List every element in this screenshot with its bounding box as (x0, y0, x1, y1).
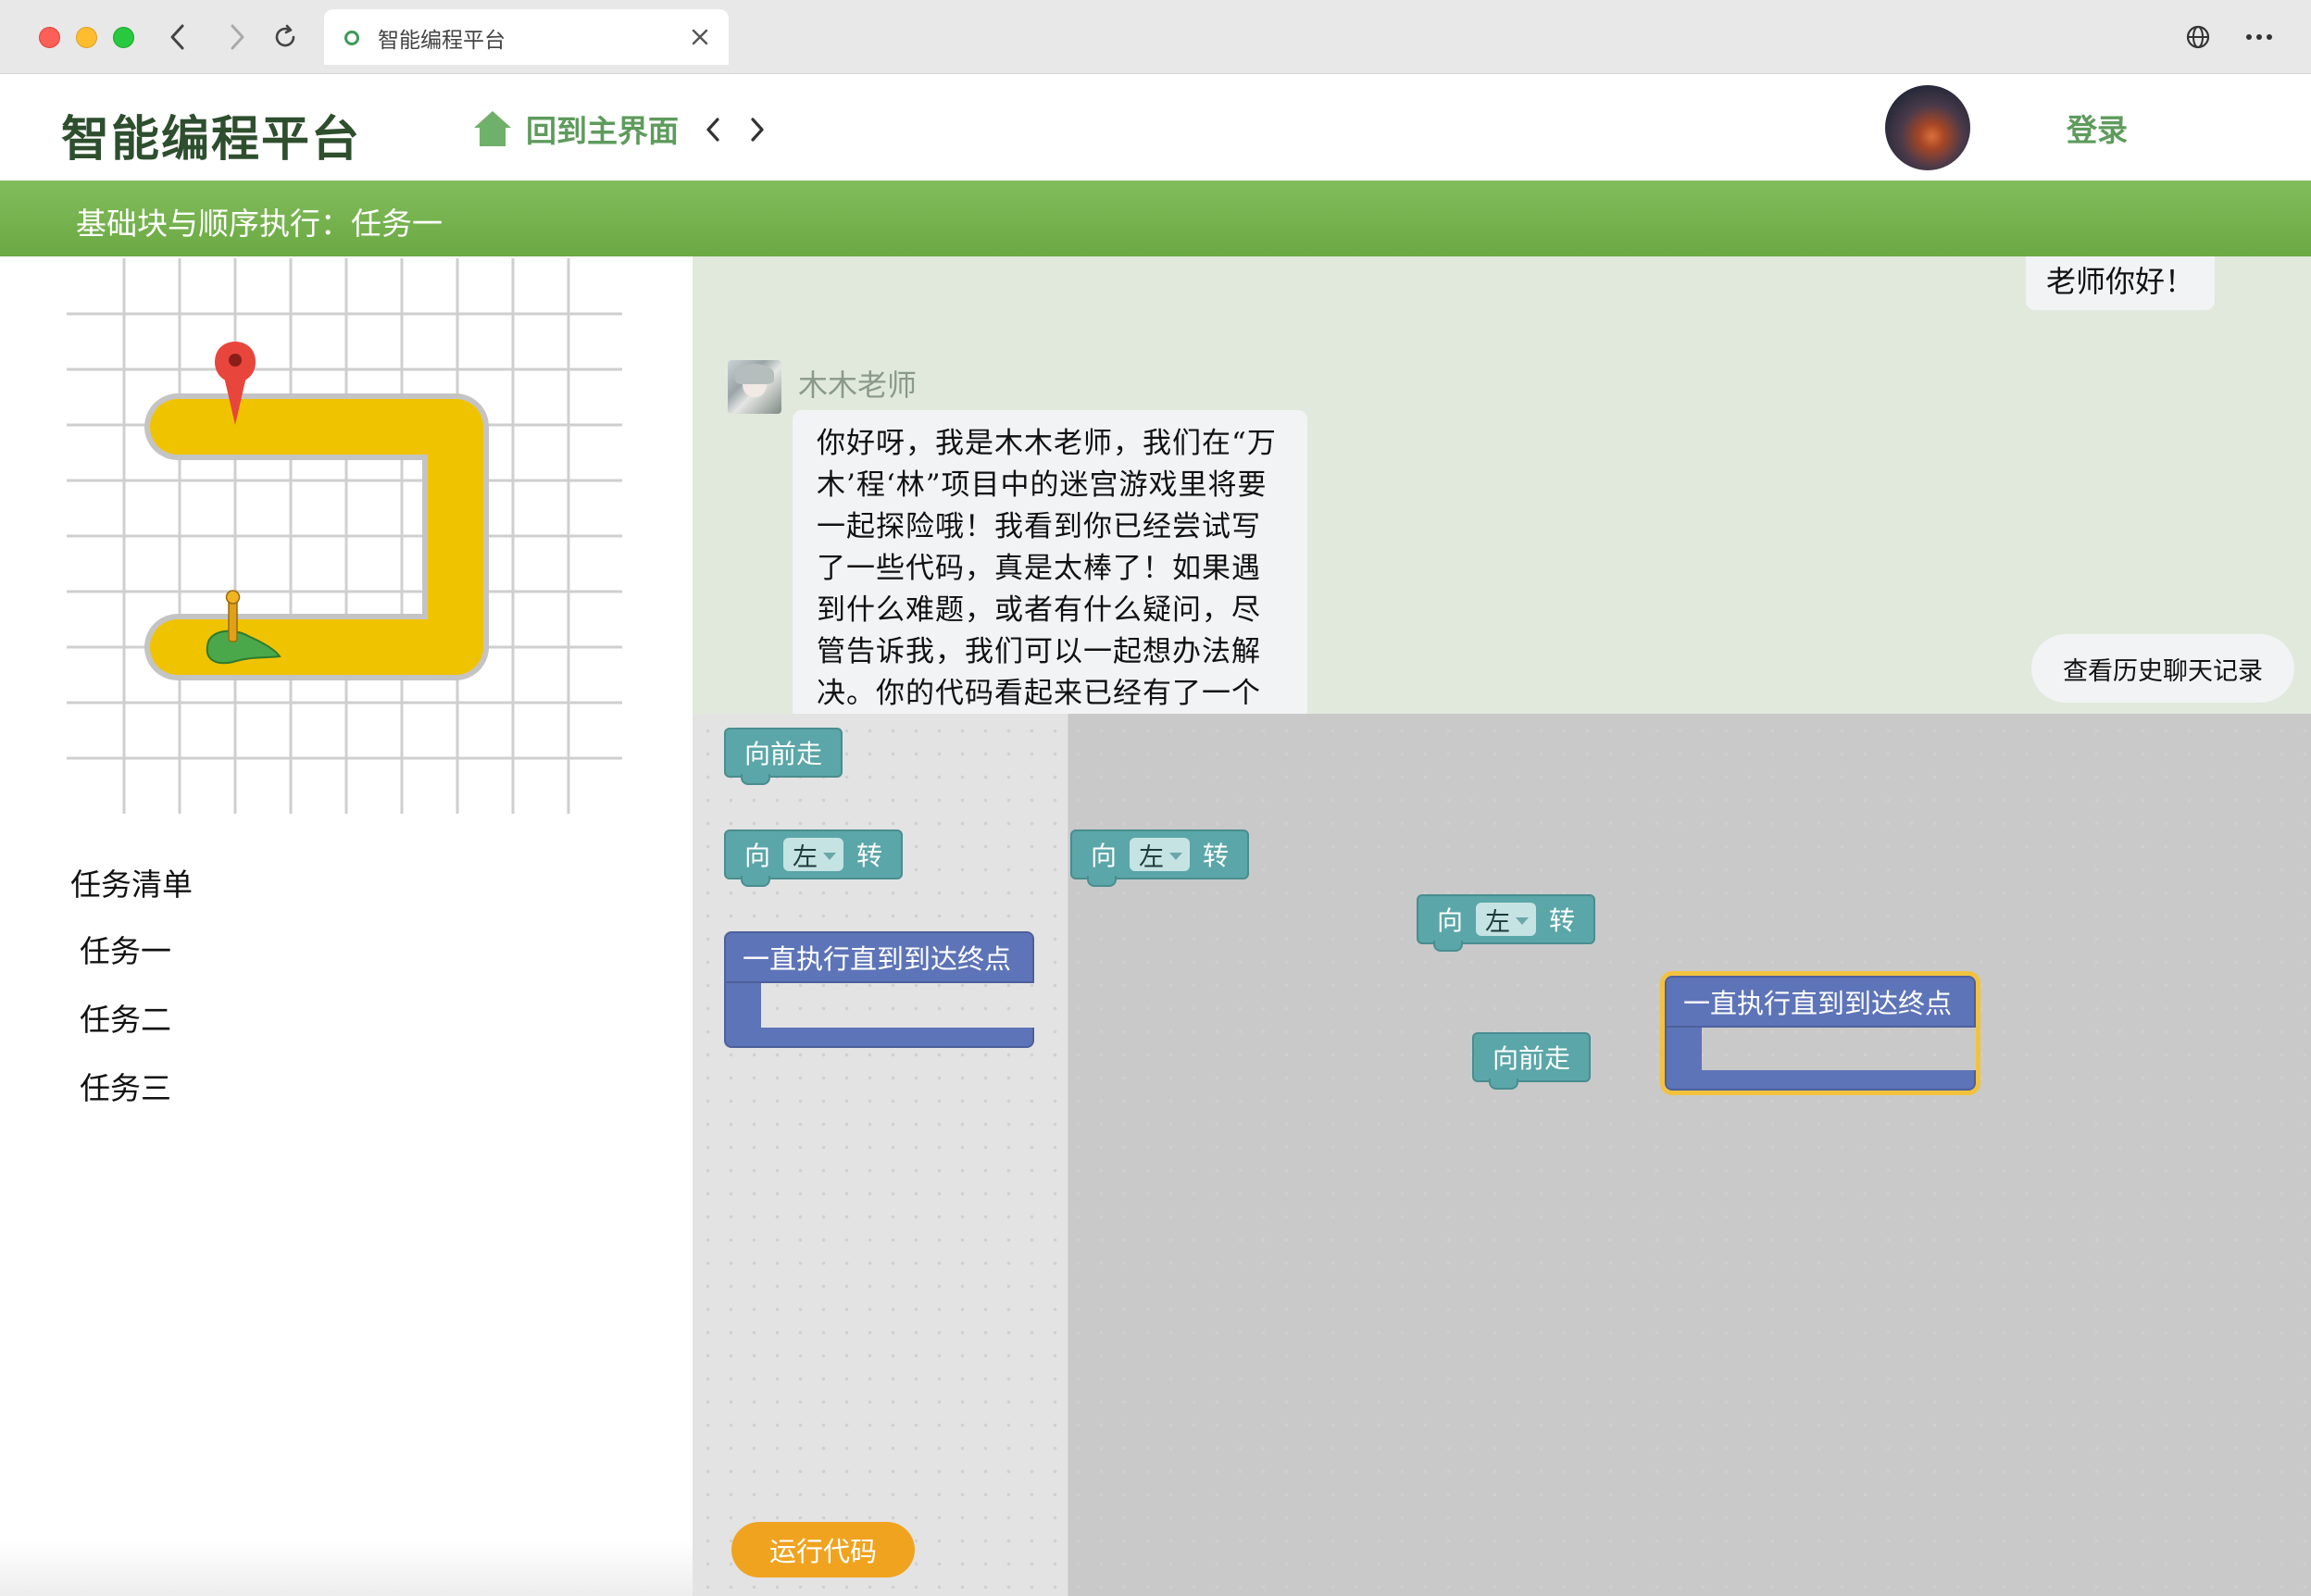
home-icon (474, 111, 511, 146)
teacher-avatar (728, 360, 781, 414)
turn-direction-dropdown[interactable]: 左 (1130, 838, 1191, 872)
close-window-button[interactable] (39, 27, 60, 48)
home-link[interactable]: 回到主界面 (472, 104, 679, 154)
block-label: 向 (744, 841, 771, 871)
chevron-right-icon (751, 118, 764, 142)
browser-chrome: 智能编程平台 (0, 0, 2311, 74)
workspace-turn-block-2[interactable]: 向 左 转 (1417, 894, 1596, 952)
turn-direction-dropdown[interactable]: 左 (1476, 903, 1537, 937)
teacher-message: 你好呀，我是木木老师，我们在“万木’程‘林”项目中的迷宫游戏里将要一起探险哦！我… (793, 410, 1307, 714)
login-button[interactable]: 登录 (2067, 106, 2128, 150)
maze-board (67, 258, 622, 814)
turn-direction-dropdown[interactable]: 左 (783, 838, 844, 872)
maximize-window-button[interactable] (113, 27, 134, 48)
block-label: 一直执行直到到达终点 (743, 943, 1012, 975)
left-panel: 任务清单 任务一 任务二 任务三 (0, 256, 693, 1596)
toolbox-repeat-until-block[interactable]: 一直执行直到到达终点 (724, 931, 1034, 1048)
more-menu-button[interactable] (2242, 20, 2276, 54)
tab-close-button[interactable] (686, 23, 714, 51)
user-message: 老师你好！ (2025, 256, 2215, 310)
reload-button[interactable] (267, 19, 304, 56)
block-label: 一直执行直到到达终点 (1683, 988, 1953, 1019)
language-button[interactable] (2181, 20, 2215, 54)
browser-tab[interactable]: 智能编程平台 (324, 9, 729, 65)
loop-arm (724, 983, 761, 1029)
block-label: 转 (856, 841, 883, 871)
block-label: 向前走 (1493, 1043, 1571, 1074)
task-list-title: 任务清单 (70, 867, 193, 903)
chevron-left-icon (170, 24, 184, 50)
chevron-right-icon (231, 24, 244, 50)
workspace-move-forward-block[interactable]: 向前走 (1472, 1032, 1592, 1090)
workspace-turn-block-1[interactable]: 向 左 转 (1070, 829, 1250, 887)
favicon-icon (344, 31, 359, 45)
teacher-name: 木木老师 (798, 368, 918, 403)
caret-down-icon (823, 852, 837, 860)
caret-down-icon (1516, 916, 1530, 925)
user-avatar[interactable] (1885, 85, 1970, 170)
block-label: 转 (1549, 905, 1576, 936)
chevron-left-icon (706, 118, 719, 142)
workspace-repeat-until-block[interactable]: 一直执行直到到达终点 (1660, 971, 1980, 1095)
back-button[interactable] (159, 19, 196, 56)
forward-button[interactable] (219, 19, 256, 56)
maze-grid (67, 258, 622, 814)
close-icon (692, 29, 708, 45)
loop-arm (1665, 1028, 1702, 1072)
toolbox-turn-block[interactable]: 向 左 转 (724, 829, 904, 887)
app-header: 智能编程平台 回到主界面 登录 (0, 74, 2311, 181)
task-item-1[interactable]: 任务一 (80, 927, 171, 971)
dropdown-value: 左 (1139, 842, 1165, 872)
block-label: 向前走 (744, 739, 823, 769)
home-link-label: 回到主界面 (526, 113, 679, 149)
caret-down-icon (1169, 852, 1183, 860)
chat-panel: 老师你好！ 木木老师 你好呀，我是木木老师，我们在“万木’程‘林”项目中的迷宫游… (693, 256, 2311, 714)
run-code-button[interactable]: 运行代码 (731, 1522, 915, 1577)
block-label: 向 (1091, 841, 1118, 871)
dropdown-value: 左 (1485, 907, 1511, 937)
globe-icon (2186, 25, 2210, 49)
minimize-window-button[interactable] (76, 27, 97, 48)
block-label: 转 (1203, 841, 1230, 871)
task-title: 基础块与顺序执行：任务一 (76, 206, 443, 242)
loop-footer (724, 1028, 1034, 1048)
task-item-3[interactable]: 任务三 (80, 1064, 171, 1108)
task-item-2[interactable]: 任务二 (80, 995, 171, 1040)
toolbox-move-forward-block[interactable]: 向前走 (724, 728, 843, 785)
prev-task-button[interactable] (696, 113, 730, 146)
tab-title: 智能编程平台 (378, 29, 506, 53)
view-chat-history-button[interactable]: 查看历史聊天记录 (2031, 634, 2294, 703)
loop-header: 一直执行直到到达终点 (724, 931, 1034, 983)
next-task-button[interactable] (741, 113, 774, 146)
dropdown-value: 左 (793, 842, 818, 872)
brand-title: 智能编程平台 (61, 111, 362, 168)
block-label: 向 (1437, 905, 1464, 936)
more-dots-icon (2246, 34, 2272, 40)
panel-bottom-shade (0, 1540, 693, 1596)
task-title-bar: 基础块与顺序执行：任务一 (0, 181, 2311, 256)
reload-icon (275, 24, 295, 47)
loop-header: 一直执行直到到达终点 (1665, 976, 1976, 1028)
loop-footer (1665, 1070, 1976, 1091)
